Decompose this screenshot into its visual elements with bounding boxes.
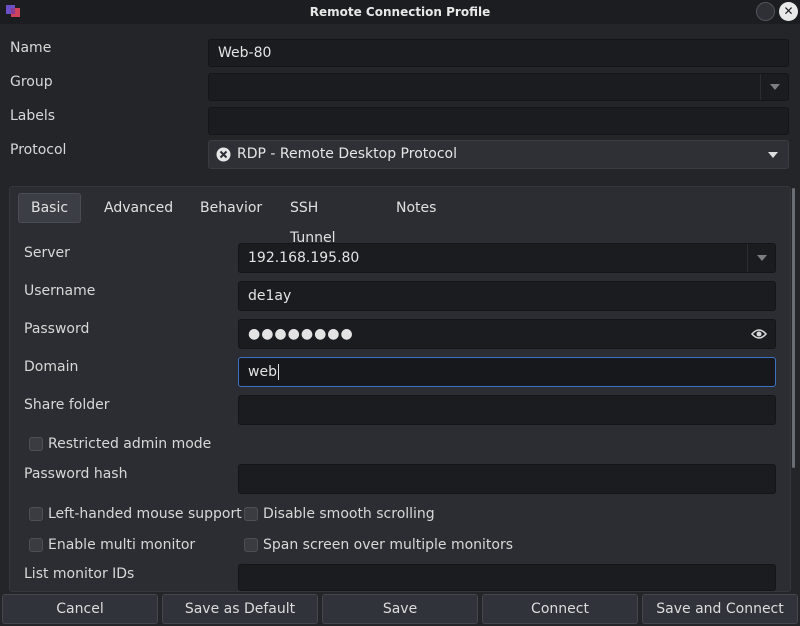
username-label: Username (24, 283, 96, 299)
name-label: Name (10, 40, 52, 56)
remmina-app-icon (6, 5, 20, 17)
server-value: 192.168.195.80 (248, 250, 360, 266)
left-handed-checkbox[interactable] (29, 507, 43, 521)
password-label: Password (24, 321, 90, 337)
tab-advanced[interactable]: Advanced (92, 193, 185, 223)
password-hash-input[interactable] (238, 464, 776, 494)
eye-icon[interactable] (751, 327, 767, 341)
group-dropdown-button[interactable] (760, 74, 788, 100)
restricted-admin-checkbox[interactable] (29, 437, 43, 451)
minimize-button[interactable] (756, 2, 775, 21)
group-label: Group (10, 74, 53, 90)
left-handed-label: Left-handed mouse support (48, 506, 242, 522)
domain-label: Domain (24, 359, 79, 375)
chevron-down-icon (756, 255, 767, 261)
window-title: Remote Connection Profile (309, 5, 491, 19)
password-value: ●●●●●●●● (248, 326, 354, 342)
span-screen-label: Span screen over multiple monitors (263, 537, 514, 553)
save-button[interactable]: Save (322, 594, 478, 624)
multi-monitor-label: Enable multi monitor (48, 537, 196, 553)
title-bar: Remote Connection Profile ✕ (0, 0, 800, 24)
tab-behavior[interactable]: Behavior (188, 193, 274, 223)
monitor-ids-label: List monitor IDs (24, 566, 135, 582)
chevron-down-icon (769, 84, 780, 90)
password-input[interactable]: ●●●●●●●● (238, 319, 776, 349)
domain-value: web (248, 364, 277, 380)
close-button[interactable]: ✕ (779, 2, 798, 21)
rdp-protocol-icon (216, 147, 231, 162)
protocol-select[interactable]: RDP - Remote Desktop Protocol (208, 140, 789, 169)
tab-basic[interactable]: Basic (18, 193, 82, 223)
disable-smooth-scrolling-checkbox[interactable] (244, 507, 258, 521)
protocol-value: RDP - Remote Desktop Protocol (237, 146, 457, 162)
span-screen-checkbox[interactable] (244, 538, 258, 552)
save-and-connect-button[interactable]: Save and Connect (642, 594, 798, 624)
multi-monitor-checkbox[interactable] (29, 538, 43, 552)
disable-smooth-scrolling-label: Disable smooth scrolling (263, 506, 435, 522)
labels-input[interactable] (208, 107, 789, 135)
group-combo[interactable] (208, 73, 789, 101)
share-folder-label: Share folder (24, 397, 110, 413)
tab-notes[interactable]: Notes (384, 193, 448, 223)
share-folder-input[interactable] (238, 395, 776, 425)
password-hash-label: Password hash (24, 466, 128, 482)
text-cursor (277, 364, 279, 380)
cancel-button[interactable]: Cancel (2, 594, 158, 624)
restricted-admin-label: Restricted admin mode (48, 436, 212, 452)
save-as-default-button[interactable]: Save as Default (162, 594, 318, 624)
domain-input[interactable]: web (238, 357, 776, 387)
connect-button[interactable]: Connect (482, 594, 638, 624)
scrollbar[interactable] (792, 188, 795, 468)
labels-label: Labels (10, 108, 56, 124)
monitor-ids-input[interactable] (238, 564, 776, 591)
chevron-down-icon (768, 152, 778, 158)
protocol-label: Protocol (10, 142, 67, 158)
tab-ssh-tunnel[interactable]: SSH Tunnel (278, 193, 348, 246)
server-label: Server (24, 245, 70, 261)
server-dropdown-button[interactable] (747, 244, 775, 272)
server-combo[interactable]: 192.168.195.80 (238, 243, 776, 273)
name-input[interactable]: Web-80 (208, 39, 789, 67)
username-input[interactable]: de1ay (238, 281, 776, 311)
